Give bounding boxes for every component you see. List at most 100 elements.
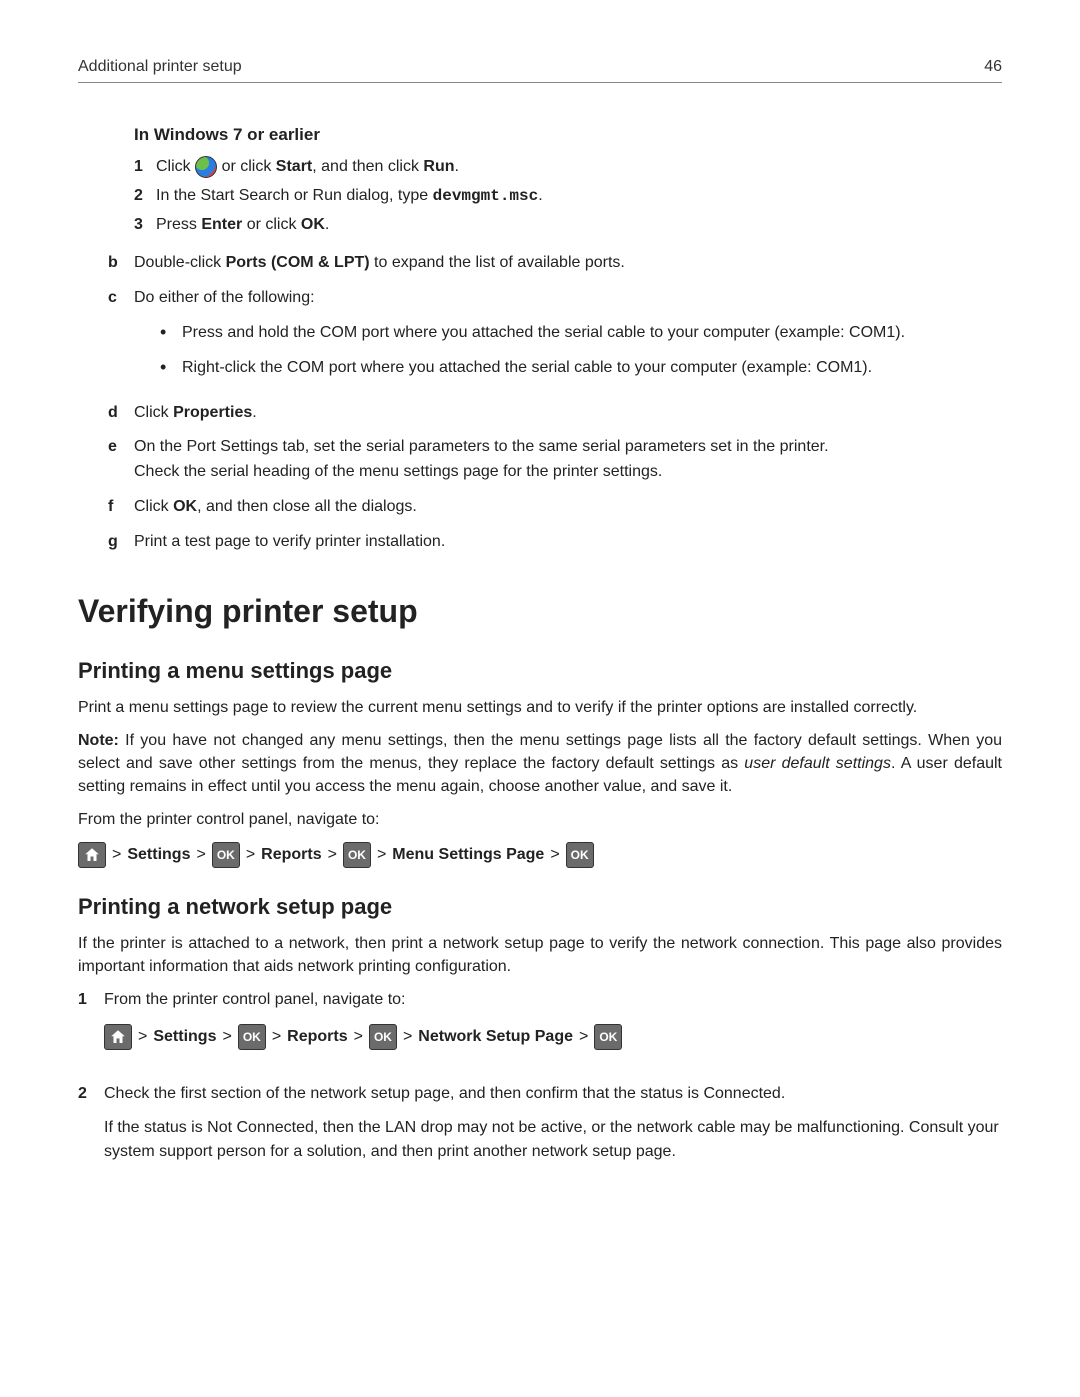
- item-b: b Double-click Ports (COM & LPT) to expa…: [108, 251, 1002, 276]
- ordered-list-network: 1 From the printer control panel, naviga…: [78, 988, 1002, 1164]
- item-marker: f: [108, 495, 134, 520]
- step-marker: 3: [134, 213, 156, 238]
- windows-start-icon: [195, 156, 217, 178]
- sep: >: [403, 1025, 412, 1049]
- text: Press: [156, 216, 201, 233]
- item-marker: c: [108, 286, 134, 390]
- step-marker: 2: [78, 1082, 104, 1164]
- item-text: Click Properties.: [134, 401, 1002, 426]
- bullet-item: •Right-click the COM port where you atta…: [160, 356, 1002, 381]
- text: Click: [134, 498, 173, 515]
- home-icon: [104, 1024, 132, 1050]
- header-title: Additional printer setup: [78, 58, 242, 76]
- page-header: Additional printer setup 46: [78, 58, 1002, 83]
- text: Do either of the following:: [134, 289, 315, 306]
- item-text: Double-click Ports (COM & LPT) to expand…: [134, 251, 1002, 276]
- step-marker: 2: [134, 184, 156, 209]
- ok-icon: OK: [566, 842, 594, 868]
- step-marker: 1: [78, 988, 104, 1070]
- item-text: On the Port Settings tab, set the serial…: [134, 435, 1002, 485]
- step-text: From the printer control panel, navigate…: [104, 988, 1002, 1070]
- path-msp: Menu Settings Page: [392, 846, 544, 864]
- text: .: [538, 187, 542, 204]
- command-text: devmgmt.msc: [433, 187, 539, 205]
- text: In the Start Search or Run dialog, type: [156, 187, 433, 204]
- path-settings: Settings: [153, 1025, 216, 1049]
- bullet-dot: •: [160, 356, 182, 381]
- text: to expand the list of available ports.: [370, 254, 625, 271]
- item-c: c Do either of the following: •Press and…: [108, 286, 1002, 390]
- item-text: Print a test page to verify printer inst…: [134, 530, 1002, 555]
- text: , and then click: [312, 158, 423, 175]
- text: or click: [222, 158, 276, 175]
- bold-properties: Properties: [173, 404, 252, 421]
- text: Check the serial heading of the menu set…: [134, 460, 1002, 485]
- item-f: f Click OK, and then close all the dialo…: [108, 495, 1002, 520]
- text: From the printer control panel, navigate…: [104, 988, 1002, 1012]
- step-text: Check the first section of the network s…: [104, 1082, 1002, 1164]
- bold-ok: OK: [301, 216, 325, 233]
- lead-text: From the printer control panel, navigate…: [78, 808, 1002, 831]
- home-icon: [78, 842, 106, 868]
- heading-verifying: Verifying printer setup: [78, 593, 1002, 630]
- sep: >: [550, 846, 559, 864]
- sep: >: [246, 846, 255, 864]
- item-marker: d: [108, 401, 134, 426]
- nav-path-menu: > Settings > OK > Reports > OK > Menu Set…: [78, 842, 1002, 868]
- lettered-list: b Double-click Ports (COM & LPT) to expa…: [108, 251, 1002, 554]
- bold-run: Run: [423, 158, 454, 175]
- step-3: 3 Press Enter or click OK.: [134, 213, 1002, 238]
- ok-icon: OK: [212, 842, 240, 868]
- text: Right-click the COM port where you attac…: [182, 356, 872, 381]
- sep: >: [579, 1025, 588, 1049]
- text: .: [325, 216, 329, 233]
- nav-path-network: > Settings > OK > Reports > OK > Network…: [104, 1024, 1002, 1050]
- heading-menu-settings: Printing a menu settings page: [78, 658, 1002, 684]
- path-reports: Reports: [261, 846, 321, 864]
- page-number: 46: [984, 58, 1002, 76]
- step-text: Press Enter or click OK.: [156, 213, 329, 238]
- text: Click: [156, 158, 195, 175]
- text: Double-click: [134, 254, 226, 271]
- bold-ok: OK: [173, 498, 197, 515]
- bold-enter: Enter: [201, 216, 242, 233]
- text: Check the first section of the network s…: [104, 1082, 1002, 1106]
- ok-icon: OK: [369, 1024, 397, 1050]
- path-reports: Reports: [287, 1025, 347, 1049]
- step-1: 1 Click or click Start, and then click R…: [134, 155, 1002, 180]
- bullet-item: •Press and hold the COM port where you a…: [160, 321, 1002, 346]
- step-text: Click or click Start, and then click Run…: [156, 155, 459, 180]
- text: , and then close all the dialogs.: [197, 498, 417, 515]
- sep: >: [112, 846, 121, 864]
- text: .: [252, 404, 256, 421]
- bold-start: Start: [276, 158, 312, 175]
- text: On the Port Settings tab, set the serial…: [134, 435, 1002, 460]
- item-d: d Click Properties.: [108, 401, 1002, 426]
- paragraph: Print a menu settings page to review the…: [78, 696, 1002, 719]
- text: or click: [242, 216, 301, 233]
- sep: >: [222, 1025, 231, 1049]
- path-nsp: Network Setup Page: [418, 1025, 573, 1049]
- sep: >: [272, 1025, 281, 1049]
- item-g: g Print a test page to verify printer in…: [108, 530, 1002, 555]
- item-text: Click OK, and then close all the dialogs…: [134, 495, 1002, 520]
- paragraph: If the printer is attached to a network,…: [78, 932, 1002, 978]
- item-marker: b: [108, 251, 134, 276]
- item-marker: g: [108, 530, 134, 555]
- ordered-list-win7: 1 Click or click Start, and then click R…: [134, 155, 1002, 237]
- note-paragraph: Note: If you have not changed any menu s…: [78, 729, 1002, 799]
- ok-icon: OK: [594, 1024, 622, 1050]
- sep: >: [196, 846, 205, 864]
- sep: >: [354, 1025, 363, 1049]
- step-text: In the Start Search or Run dialog, type …: [156, 184, 543, 209]
- sep: >: [377, 846, 386, 864]
- text: .: [455, 158, 459, 175]
- document-page: Additional printer setup 46 In Windows 7…: [0, 0, 1080, 1256]
- item-e: e On the Port Settings tab, set the seri…: [108, 435, 1002, 485]
- step-marker: 1: [134, 155, 156, 180]
- step-2: 2 In the Start Search or Run dialog, typ…: [134, 184, 1002, 209]
- note-label: Note:: [78, 732, 119, 749]
- path-settings: Settings: [127, 846, 190, 864]
- step-2: 2 Check the first section of the network…: [78, 1082, 1002, 1164]
- sep: >: [328, 846, 337, 864]
